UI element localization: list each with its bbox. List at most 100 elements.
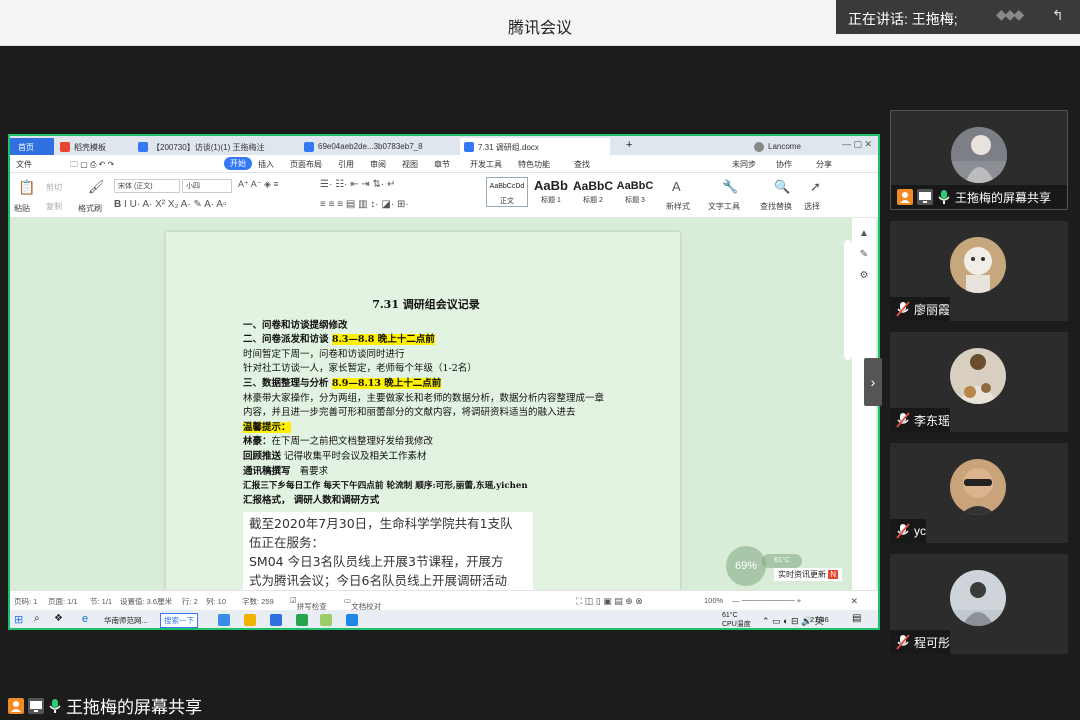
taskbar-meeting-icon[interactable] bbox=[346, 614, 358, 626]
copy-button[interactable]: 复制 bbox=[46, 201, 62, 212]
pen-icon[interactable]: ✎ bbox=[852, 249, 876, 260]
taskbar-app-icon[interactable] bbox=[218, 614, 230, 626]
status-page: 页码: 1 bbox=[14, 597, 38, 606]
doc-text: 林豪： bbox=[243, 436, 272, 448]
participant-panel[interactable]: 程可彤 bbox=[890, 554, 1068, 654]
vertical-scrollbar[interactable] bbox=[844, 240, 852, 360]
zoom-slider[interactable]: — ────────── + bbox=[732, 596, 801, 605]
font-select[interactable]: 宋体 (正文) bbox=[114, 179, 180, 193]
tab-account[interactable]: Lancome bbox=[750, 138, 810, 155]
tab-active-doc[interactable]: 7.31 调研组.docx bbox=[460, 138, 610, 155]
new-style-label: 新样式 bbox=[666, 202, 690, 211]
news-close-icon[interactable]: N bbox=[828, 570, 838, 579]
mic-muted-icon[interactable] bbox=[896, 412, 910, 428]
style-heading-3[interactable]: AaBbC 标题 3 bbox=[614, 177, 656, 207]
news-button[interactable]: 实时资讯更新 N bbox=[773, 568, 842, 581]
status-words[interactable]: 字数: 259 bbox=[242, 596, 274, 607]
menu-developer[interactable]: 开发工具 bbox=[470, 159, 502, 170]
settings-icon[interactable]: ⚙ bbox=[852, 270, 876, 281]
participant-panel[interactable]: 廖丽霞 bbox=[890, 221, 1068, 321]
participant-panel[interactable]: 李东瑶 bbox=[890, 332, 1068, 432]
cpu-usage-badge[interactable]: 69% bbox=[726, 546, 766, 586]
document-page[interactable]: 7.31 调研组会议记录 一、问卷和访谈提纲修改 二、问卷派发和访谈 8.3—8… bbox=[166, 232, 680, 590]
menu-file[interactable]: 文件 bbox=[16, 159, 32, 170]
menu-sync[interactable]: 未同步 bbox=[732, 159, 756, 170]
taskbar-ie-label[interactable]: 华南师范网... bbox=[104, 615, 148, 626]
doc-text: 在下周一之前把文档整理好发给我修改 bbox=[271, 436, 434, 448]
find-replace-icon[interactable]: 🔍 bbox=[774, 179, 790, 195]
style-preview: AaBbC bbox=[616, 180, 654, 192]
mic-muted-icon[interactable] bbox=[896, 634, 910, 650]
list-icons[interactable]: ☰· ☷· ⇤ ⇥ ⇅· ↵ bbox=[320, 179, 395, 190]
doc-line: 回顾推送 记得收集平时会议及相关工作素材 bbox=[243, 450, 609, 465]
notification-icon[interactable]: ▤ bbox=[852, 613, 861, 624]
taskbar-chat-icon[interactable] bbox=[296, 614, 308, 626]
style-normal[interactable]: AaBbCcDd 正文 bbox=[486, 177, 528, 207]
zoom-level[interactable]: 100% bbox=[704, 596, 723, 605]
menu-find[interactable]: 查找 bbox=[574, 159, 590, 170]
search-icon[interactable]: ⌕ bbox=[34, 613, 40, 624]
menu-collab[interactable]: 协作 bbox=[776, 159, 792, 170]
document-body[interactable]: 7.31 调研组会议记录 一、问卷和访谈提纲修改 二、问卷派发和访谈 8.3—8… bbox=[243, 298, 609, 508]
shared-screen[interactable]: 首页 稻壳模板 【200730】访谈(1)(1) 王拖梅注 69e04aeb2d… bbox=[8, 134, 880, 630]
mic-muted-icon[interactable] bbox=[896, 301, 910, 317]
text-tools-icon[interactable]: 🔧 bbox=[722, 179, 738, 195]
screen-share-icon bbox=[28, 697, 44, 714]
mic-muted-icon[interactable] bbox=[896, 523, 910, 539]
snippet-line: 伍正在服务： bbox=[249, 535, 325, 550]
menu-features[interactable]: 特色功能 bbox=[518, 159, 550, 170]
proofread-button[interactable]: ▭ 文档校对 bbox=[344, 596, 381, 611]
participant-panel-active[interactable]: 王拖梅的屏幕共享 bbox=[890, 110, 1068, 210]
paste-icon[interactable]: 📋 bbox=[18, 179, 35, 196]
tab-home[interactable]: 首页 bbox=[10, 138, 54, 155]
doc-line: 针对社工访谈一人，家长暂定，老师每个年级（1-2名） bbox=[243, 363, 477, 375]
doc-text: 记得收集平时会议及相关工作素材 bbox=[284, 450, 427, 462]
view-mode-icons[interactable]: ⛶ ◫ ▯ ▣ ▤ ⊕ ⊗ bbox=[576, 596, 643, 607]
style-heading-2[interactable]: AaBbC 标题 2 bbox=[572, 177, 614, 207]
doc-text: 通讯稿撰写 bbox=[243, 465, 291, 477]
participant-panel[interactable]: yc bbox=[890, 443, 1068, 543]
status-pages: 页面: 1/1 bbox=[48, 597, 78, 606]
menu-insert[interactable]: 插入 bbox=[258, 159, 274, 170]
menu-view[interactable]: 视图 bbox=[402, 159, 418, 170]
cut-button[interactable]: 剪切 bbox=[46, 182, 62, 193]
expand-panel-icon[interactable]: › bbox=[864, 358, 882, 406]
avatar bbox=[950, 459, 1006, 515]
network-icon: ◆◆◆ bbox=[996, 6, 1024, 22]
align-icons[interactable]: ≡ ≡ ≡ ▤ ▥ ↕· ◪· ⊞· bbox=[320, 199, 409, 210]
ie-icon[interactable]: e bbox=[82, 613, 88, 625]
menu-review[interactable]: 审阅 bbox=[370, 159, 386, 170]
menu-references[interactable]: 引用 bbox=[338, 159, 354, 170]
select-icon[interactable]: ➚ bbox=[810, 179, 821, 195]
taskbar-search[interactable]: 搜索一下 bbox=[160, 613, 198, 628]
menu-chapter[interactable]: 章节 bbox=[434, 159, 450, 170]
participant-nameplate: 李东瑶 bbox=[890, 408, 951, 432]
style-heading-1[interactable]: AaBb 标题 1 bbox=[530, 177, 572, 207]
tab-docer[interactable]: 稻壳模板 bbox=[56, 138, 132, 155]
new-tab-icon[interactable]: + bbox=[626, 139, 632, 151]
windows-start-icon[interactable]: ⊞ bbox=[14, 613, 23, 626]
share-label-text: 王拖梅的屏幕共享 bbox=[66, 698, 202, 717]
fullscreen-icon[interactable]: ✕ bbox=[850, 596, 858, 607]
taskbar-folder-icon[interactable] bbox=[244, 614, 256, 626]
font-size-select[interactable]: 小四 bbox=[182, 179, 232, 193]
taskbar-app2-icon[interactable] bbox=[320, 614, 332, 626]
taskbar-wps-icon[interactable] bbox=[270, 614, 282, 626]
quick-access-icons[interactable]: 🗀 ▢ ⎙ ↶ ↷ bbox=[70, 159, 114, 173]
back-icon[interactable]: ↰ bbox=[1052, 7, 1070, 25]
participant-name: 廖丽霞 bbox=[914, 302, 951, 317]
window-controls-icon[interactable]: — ▢ ✕ bbox=[842, 139, 872, 150]
font-grow-icons[interactable]: A⁺ A⁻ ◈ ≡ bbox=[238, 179, 279, 190]
menu-start[interactable]: 开始 bbox=[224, 157, 252, 170]
tab-hash-doc[interactable]: 69e04aeb2de...3b0783eb7_8 bbox=[300, 138, 450, 155]
new-style-icon[interactable]: A bbox=[672, 179, 681, 194]
format-painter-icon[interactable]: 🖌 bbox=[88, 179, 105, 195]
spellcheck-button[interactable]: ☑ 拼写检查 bbox=[290, 596, 327, 611]
mic-on-icon[interactable] bbox=[937, 189, 951, 205]
tab-interview-doc[interactable]: 【200730】访谈(1)(1) 王拖梅注 bbox=[134, 138, 284, 155]
text-format-icons[interactable]: B I U· A· X² X₂ A· ✎ A· A▫ bbox=[114, 199, 227, 210]
task-view-icon[interactable]: ❖ bbox=[54, 613, 63, 624]
menu-share[interactable]: 分享 bbox=[816, 159, 832, 170]
collapse-icon[interactable]: ▲ bbox=[852, 228, 876, 239]
menu-layout[interactable]: 页面布局 bbox=[290, 159, 322, 170]
